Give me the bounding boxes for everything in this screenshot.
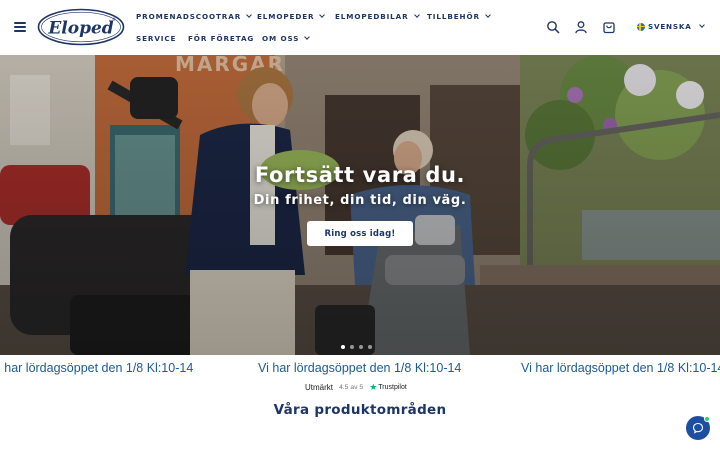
nav-label: SERVICE	[136, 34, 177, 43]
call-us-button[interactable]: Ring oss idag!	[307, 221, 413, 246]
slide-dot[interactable]	[341, 345, 345, 349]
eloped-logo[interactable]: Eloped ®	[37, 8, 125, 46]
chat-icon	[692, 422, 704, 434]
nav-item-elmopedbilar[interactable]: ELMOPEDBILAR	[335, 12, 420, 21]
ticker-item: i har lördagsöppet den 1/8 Kl:10-14	[0, 361, 194, 375]
chevron-down-icon	[485, 12, 491, 18]
nav-label: OM OSS	[262, 34, 300, 43]
hero-content: Fortsätt vara du. Din frihet, din tid, d…	[0, 55, 720, 355]
nav-item-service[interactable]: SERVICE	[136, 34, 176, 43]
slide-dot[interactable]	[368, 345, 372, 349]
nav-item-tillbehor[interactable]: TILLBEHÖR	[427, 12, 491, 21]
cart-icon[interactable]	[602, 20, 616, 34]
svg-text:®: ®	[112, 17, 116, 22]
menu-icon[interactable]	[14, 22, 26, 32]
sweden-flag-icon	[637, 22, 645, 31]
section-title: Våra produktområden	[273, 402, 447, 418]
ticker-item: Vi har lördagsöppet den 1/8 Kl:10-14	[521, 361, 720, 375]
search-icon[interactable]	[546, 20, 560, 34]
language-label: SVENSKA	[648, 22, 692, 31]
hero-subtitle: Din frihet, din tid, din väg.	[253, 193, 467, 208]
hero-banner: MARGAR	[0, 55, 720, 355]
chevron-down-icon	[319, 12, 326, 18]
chevron-down-icon	[304, 34, 311, 40]
nav-label: TILLBEHÖR	[427, 12, 480, 21]
nav-label: PROMENADSCOOTRAR	[136, 12, 242, 21]
main-nav: PROMENADSCOOTRAR ELMOPEDER ELMOPEDBILAR …	[136, 0, 516, 55]
language-selector[interactable]: SVENSKA	[637, 22, 705, 31]
chevron-down-icon	[413, 12, 420, 18]
chat-button[interactable]	[686, 416, 710, 440]
ticker-item: Vi har lördagsöppet den 1/8 Kl:10-14	[258, 361, 462, 375]
slide-dot[interactable]	[359, 345, 363, 349]
nav-item-promenadscootrar[interactable]: PROMENADSCOOTRAR	[136, 12, 252, 21]
trustpilot-score: 4.5 av 5	[339, 384, 364, 391]
nav-label: FÖR FÖRETAG	[188, 34, 255, 43]
hero-title: Fortsätt vara du.	[254, 163, 466, 187]
trustpilot-label: Utmärkt	[305, 383, 333, 392]
slide-indicators	[341, 345, 372, 349]
nav-label: ELMOPEDBILAR	[335, 12, 409, 21]
account-icon[interactable]	[574, 20, 588, 34]
trustpilot-star-icon: ★	[369, 382, 378, 392]
chevron-down-icon	[246, 12, 252, 18]
svg-text:Eloped: Eloped	[47, 19, 113, 39]
chevron-down-icon	[698, 22, 705, 28]
online-badge	[704, 416, 710, 422]
nav-item-om-oss[interactable]: OM OSS	[262, 34, 311, 43]
trustpilot-brand: ★ Trustpilot	[369, 382, 407, 393]
nav-item-elmopeder[interactable]: ELMOPEDER	[257, 12, 326, 21]
trustpilot-brand-label: Trustpilot	[378, 384, 407, 391]
nav-item-for-foretag[interactable]: FÖR FÖRETAG	[188, 34, 254, 43]
slide-dot[interactable]	[350, 345, 354, 349]
trustpilot-widget[interactable]: Utmärkt 4.5 av 5 ★ Trustpilot	[305, 382, 407, 393]
nav-label: ELMOPEDER	[257, 12, 315, 21]
site-header: Eloped ® PROMENADSCOOTRAR ELMOPEDER ELMO…	[0, 0, 720, 55]
announcement-ticker: i har lördagsöppet den 1/8 Kl:10-14 Vi h…	[0, 355, 720, 379]
